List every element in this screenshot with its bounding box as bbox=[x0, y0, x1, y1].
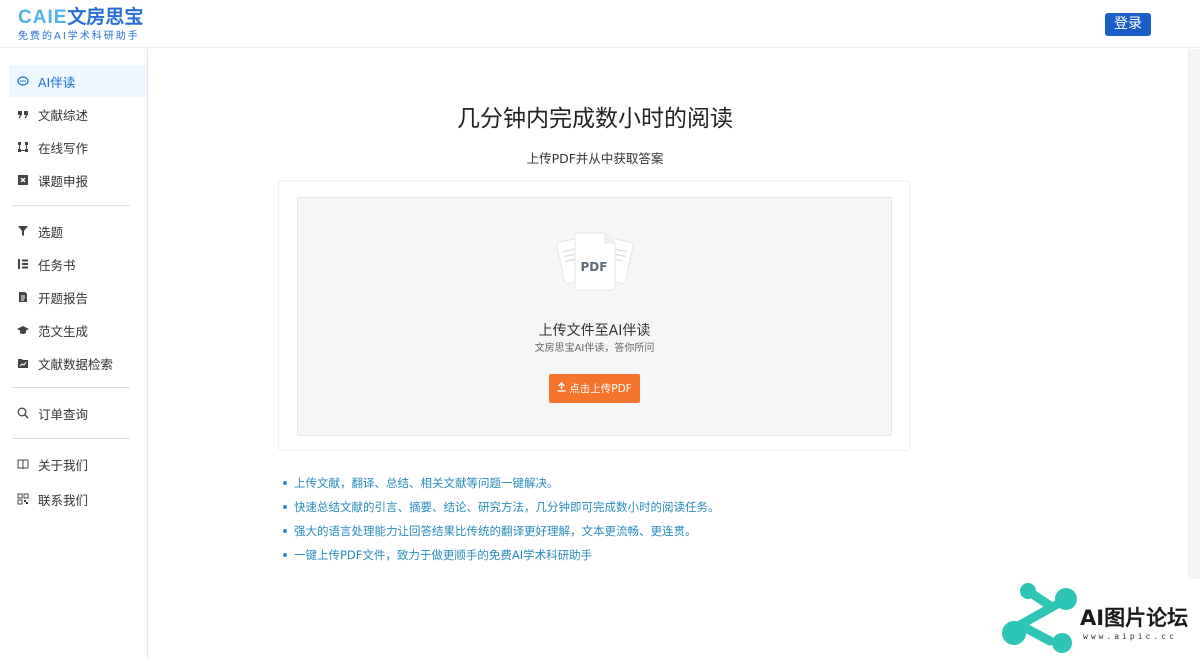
sidebar-item-label: 文献数据检索 bbox=[38, 356, 114, 372]
sidebar-item-label: AI伴读 bbox=[38, 74, 76, 90]
sidebar-item-about-us[interactable]: 关于我们 bbox=[9, 448, 147, 480]
sidebar-divider bbox=[12, 387, 130, 388]
feature-item: 强大的语言处理能力让回答结果比传统的翻译更好理解，文本更流畅、更连贯。 bbox=[283, 522, 697, 540]
bullet-icon bbox=[283, 481, 287, 485]
top-header: CAIE文房思宝 免费的AI学术科研助手 登录 bbox=[0, 0, 1200, 48]
upload-button-label: 点击上传PDF bbox=[569, 383, 632, 395]
document-icon bbox=[17, 291, 29, 303]
bullet-icon bbox=[283, 505, 287, 509]
sidebar-item-ai-reading[interactable]: AI伴读 bbox=[9, 65, 147, 97]
login-button[interactable]: 登录 bbox=[1105, 13, 1151, 36]
qrcode-icon bbox=[17, 493, 29, 505]
upload-title: 上传文件至AI伴读 bbox=[538, 323, 651, 339]
feature-text: 强大的语言处理能力让回答结果比传统的翻译更好理解，文本更流畅、更连贯。 bbox=[294, 524, 697, 538]
graduation-cap-icon bbox=[17, 324, 29, 336]
sidebar-item-topic-selection[interactable]: 选题 bbox=[9, 215, 147, 247]
book-icon bbox=[17, 458, 29, 470]
sidebar-item-label: 开题报告 bbox=[38, 290, 89, 306]
sidebar-item-literature-search[interactable]: 文献数据检索 bbox=[9, 347, 147, 379]
sidebar-item-label: 课题申报 bbox=[38, 173, 89, 189]
logo-tagline: 免费的AI学术科研助手 bbox=[18, 31, 140, 42]
watermark-text: AI图片论坛 bbox=[1080, 606, 1189, 630]
folder-chart-icon bbox=[17, 357, 29, 369]
sidebar-item-task-book[interactable]: 任务书 bbox=[9, 248, 147, 280]
funnel-icon bbox=[17, 225, 29, 237]
search-icon bbox=[17, 407, 29, 419]
sidebar-item-contact-us[interactable]: 联系我们 bbox=[9, 483, 147, 515]
page-title: 几分钟内完成数小时的阅读 bbox=[457, 106, 733, 132]
sidebar-item-sample-generation[interactable]: 范文生成 bbox=[9, 314, 147, 346]
watermark-molecule-icon bbox=[1002, 583, 1077, 653]
pdf-icon-label: PDF bbox=[581, 260, 608, 274]
sidebar-item-label: 任务书 bbox=[38, 257, 76, 273]
sidebar-item-label: 选题 bbox=[38, 224, 64, 240]
bullet-icon bbox=[283, 553, 287, 557]
sidebar: AI伴读 文献综述 在线写作 课题申报 选题 任务书 开题报告 范文生成 文献数… bbox=[0, 49, 148, 659]
logo-caie: CAIE bbox=[18, 7, 68, 28]
sidebar-item-order-query[interactable]: 订单查询 bbox=[9, 397, 147, 429]
feature-item: 快速总结文献的引言、摘要、结论、研究方法，几分钟即可完成数小时的阅读任务。 bbox=[283, 498, 720, 516]
sidebar-item-proposal-report[interactable]: 开题报告 bbox=[9, 281, 147, 313]
sidebar-item-project-application[interactable]: 课题申报 bbox=[9, 164, 147, 196]
feature-item: 上传文献，翻译、总结、相关文献等问题一键解决。 bbox=[283, 474, 559, 492]
watermark-url: www.aipic.cc bbox=[1083, 632, 1177, 641]
list-icon bbox=[17, 258, 29, 270]
chat-icon bbox=[17, 75, 29, 87]
bullet-icon bbox=[283, 529, 287, 533]
feature-item: 一键上传PDF文件，致力于做更顺手的免费AI学术科研助手 bbox=[283, 546, 592, 564]
site-logo[interactable]: CAIE文房思宝 免费的AI学术科研助手 bbox=[18, 6, 143, 44]
page-subtitle: 上传PDF并从中获取答案 bbox=[526, 151, 664, 166]
logo-title: CAIE文房思宝 bbox=[18, 6, 143, 29]
sidebar-item-label: 关于我们 bbox=[38, 457, 89, 473]
box-x-icon bbox=[17, 174, 29, 186]
sidebar-divider bbox=[12, 438, 130, 439]
pdf-file-icon: PDF bbox=[553, 229, 637, 293]
sidebar-divider bbox=[12, 205, 130, 206]
sidebar-item-label: 联系我们 bbox=[38, 492, 89, 508]
upload-icon bbox=[557, 382, 566, 395]
sidebar-item-label: 范文生成 bbox=[38, 323, 89, 339]
feature-text: 上传文献，翻译、总结、相关文献等问题一键解决。 bbox=[294, 476, 559, 490]
sidebar-item-label: 订单查询 bbox=[38, 406, 89, 422]
feature-text: 一键上传PDF文件，致力于做更顺手的免费AI学术科研助手 bbox=[294, 548, 593, 562]
feature-text: 快速总结文献的引言、摘要、结论、研究方法，几分钟即可完成数小时的阅读任务。 bbox=[294, 500, 720, 514]
upload-pdf-button[interactable]: 点击上传PDF bbox=[549, 374, 640, 403]
upload-subtitle: 文房思宝AI伴读，答你所问 bbox=[534, 343, 655, 354]
logo-brand-name: 文房思宝 bbox=[67, 6, 144, 28]
